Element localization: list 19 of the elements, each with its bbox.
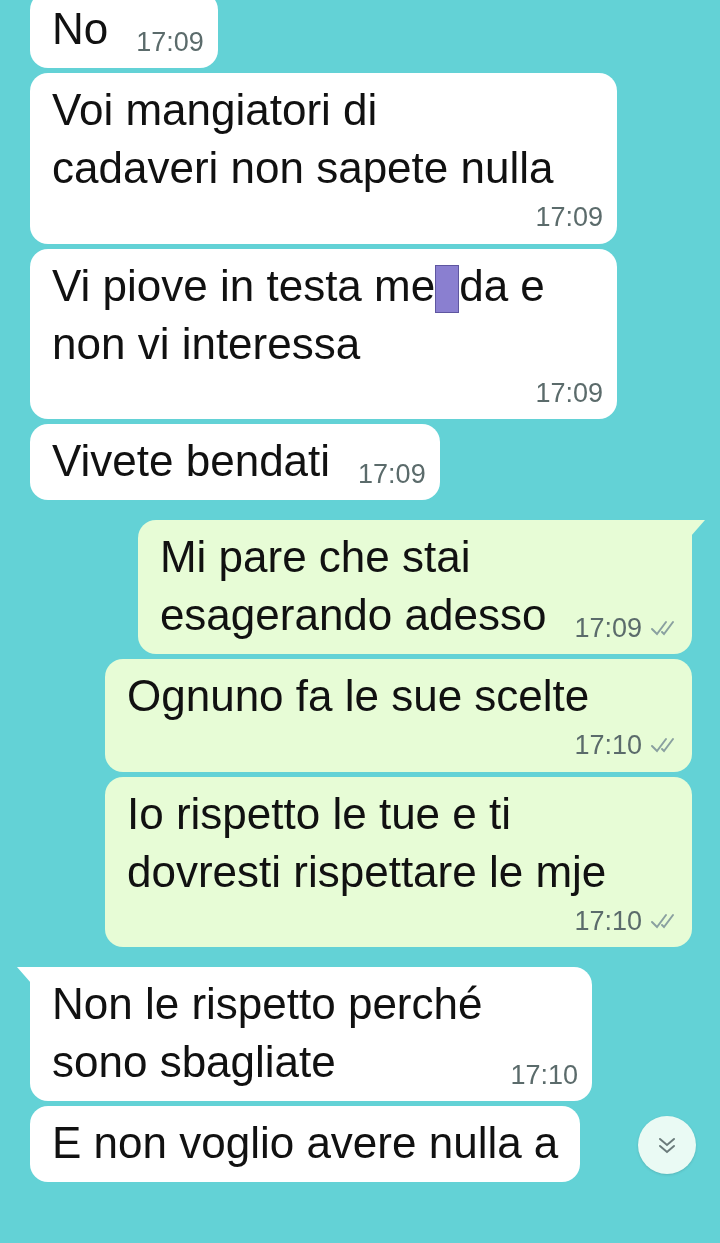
message-time: 17:09 bbox=[574, 611, 642, 645]
message-time: 17:10 bbox=[510, 1058, 579, 1092]
scroll-down-button[interactable] bbox=[638, 1116, 696, 1174]
message-text: No bbox=[52, 3, 109, 55]
message-text: Ognuno fa le sue scelte bbox=[127, 670, 590, 722]
message-text: Mi pare che stai esagerando adesso bbox=[159, 531, 547, 641]
chevrons-down-icon bbox=[657, 1136, 677, 1154]
message-text: Vi piove in testa me da e non vi interessa bbox=[52, 259, 545, 370]
message-text: Non le rispetto perché sono sbagliate bbox=[52, 978, 483, 1088]
message-time: 17:10 bbox=[574, 904, 642, 938]
message-time: 17:09 bbox=[535, 376, 603, 410]
message-text: Vivete bendati bbox=[52, 435, 331, 487]
message-text: Io rispetto le tue e ti dovresti rispettare le mje bbox=[127, 787, 607, 898]
message-text: Voi mangiatori di cadaveri non sapete nulla bbox=[52, 84, 554, 194]
message-text: E non voglio avere nulla a bbox=[52, 1117, 559, 1169]
message-time: 17:09 bbox=[535, 201, 603, 234]
message-time: 17:09 bbox=[358, 457, 426, 491]
message-time: 17:09 bbox=[136, 25, 204, 59]
message-time: 17:10 bbox=[574, 729, 642, 762]
